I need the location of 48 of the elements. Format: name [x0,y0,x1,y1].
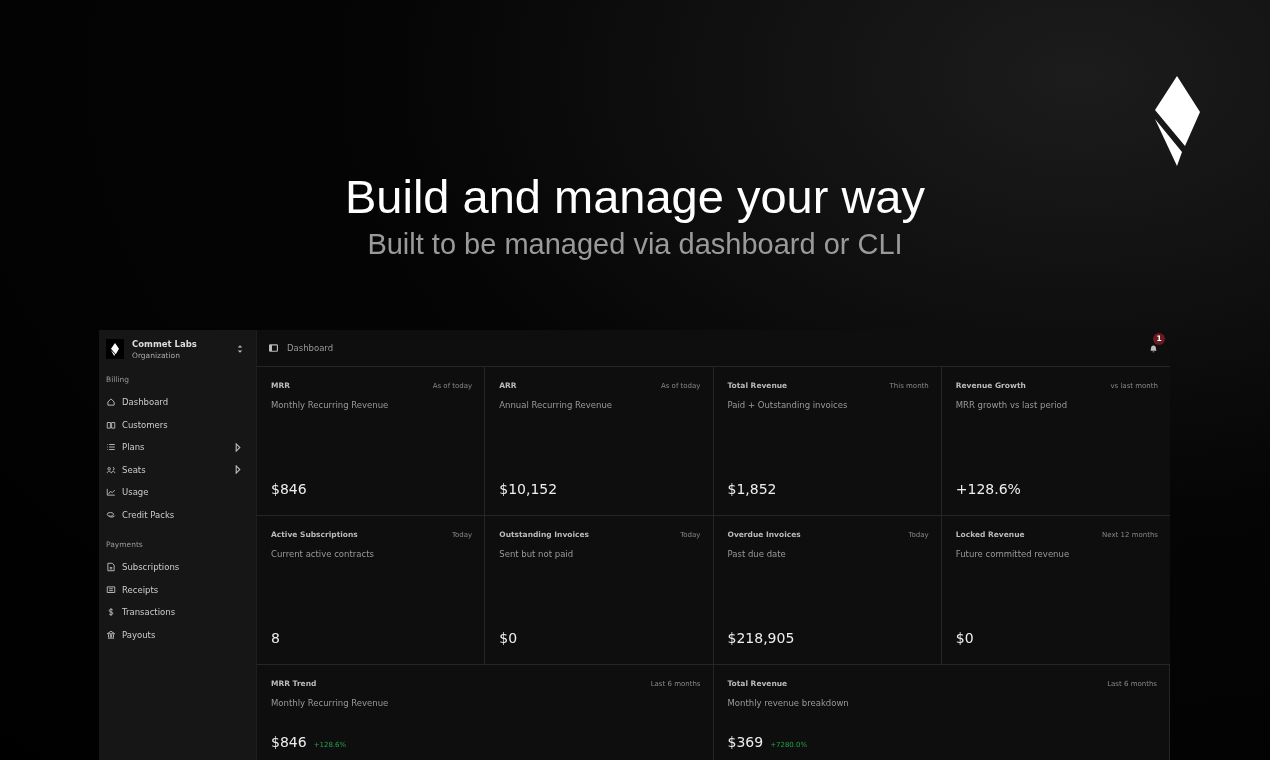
card-value: $10,152 [499,481,559,497]
nav-item[interactable]: Seats [106,458,249,481]
nav-item[interactable]: Plans [106,436,249,459]
card-subtitle: MRR growth vs last period [955,400,1069,412]
up-down-chevron-icon [237,344,243,354]
diamond-logo-icon [1155,76,1201,168]
nav-item[interactable]: Payouts [106,623,249,646]
receipt-icon [106,584,116,595]
nav-item[interactable]: Receipts [106,578,249,601]
breadcrumb: Dashboard [287,343,335,353]
card-subtitle: Paid + Outstanding invoices [727,400,849,412]
hero-subtitle: Built to be managed via dashboard or CLI [367,228,903,261]
bank-icon [106,629,116,640]
card-value: $846 [271,481,308,497]
card-value: 8 [271,630,281,646]
card-value: $218,905 [727,630,796,646]
hero-title: Build and manage your way [345,169,925,225]
list-icon [106,442,116,453]
nav-item[interactable]: Dashboard [106,391,249,414]
card-value: $846 [271,734,307,750]
home-icon [106,397,116,408]
nav-item[interactable]: Credit Packs [106,503,249,526]
card-subtitle: Current active contracts [271,549,375,561]
card-subtitle: Past due date [727,549,787,561]
chart-icon [106,487,116,498]
nav-item[interactable]: Usage [106,481,249,504]
card-subtitle: Monthly Recurring Revenue [271,698,390,708]
card-subtitle: Annual Recurring Revenue [499,400,614,412]
dollar-icon [106,607,116,618]
nav-item[interactable]: Transactions [106,601,249,624]
nav-item[interactable]: Subscriptions [106,556,249,579]
card-subtitle: Future committed revenue [955,549,1071,561]
card-value: $0 [955,630,975,646]
bell-icon[interactable] [1149,343,1158,353]
card-subtitle: Sent but not paid [499,549,575,561]
card-value: $369 [727,734,764,750]
card-value: +128.6% [955,481,1022,497]
card-subtitle: Monthly revenue breakdown [727,698,850,708]
card-value: $1,852 [727,481,778,497]
nav-item[interactable]: Customers [106,413,249,436]
org-logo-icon [106,339,124,359]
org-name: Commet Labs [132,338,198,349]
card-value: $0 [499,630,519,646]
document-icon [106,562,116,573]
book-icon [106,419,116,430]
card-subtitle: Monthly Recurring Revenue [271,400,390,412]
sidebar-toggle-icon[interactable] [269,344,278,352]
users-icon [106,464,116,475]
